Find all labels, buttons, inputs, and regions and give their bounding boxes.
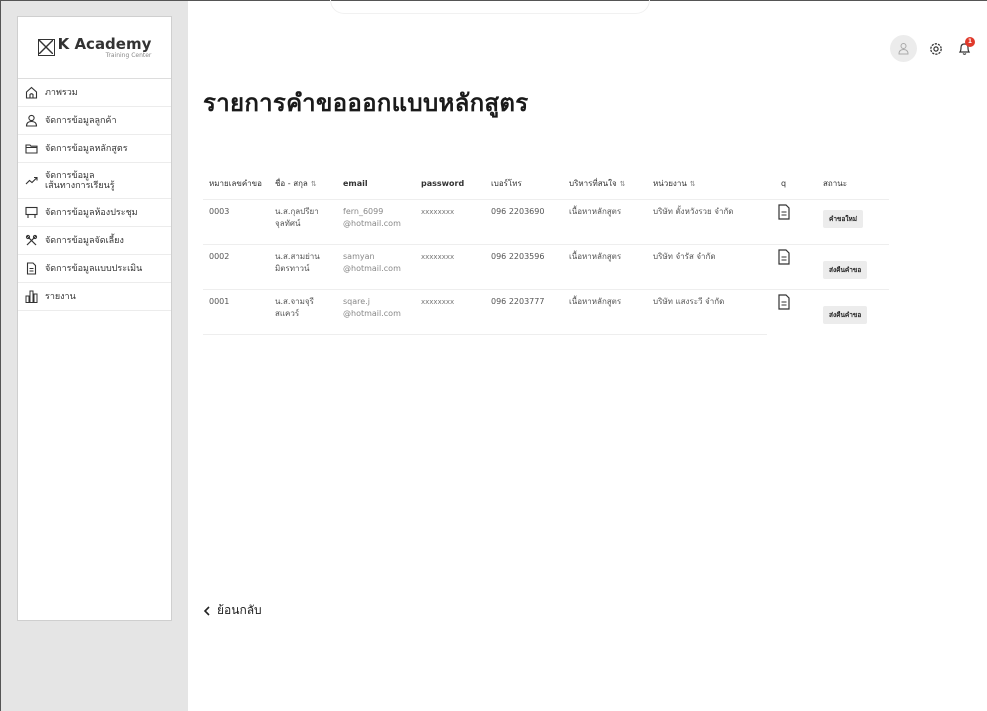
column-header-status: สถานะ <box>823 179 847 189</box>
requests-table: หมายเลขคำขอ ชื่อ - สกุล ⇅ email password … <box>203 169 889 335</box>
status-badge: คำขอใหม่ <box>823 209 864 228</box>
folder-icon <box>24 142 38 156</box>
utensils-icon <box>24 234 38 248</box>
user-avatar-icon <box>898 43 909 55</box>
report-icon <box>24 290 38 304</box>
column-header-phone: เบอร์โทร <box>491 179 522 189</box>
cell-phone: 096 2203690 <box>485 198 563 244</box>
sidebar-item-label: จัดการข้อมูลลูกค้า <box>45 115 117 126</box>
page-title: รายการคำขอออกแบบหลักสูตร <box>203 89 529 117</box>
cell-status: คำขอใหม่ <box>809 198 889 244</box>
home-icon <box>24 86 38 100</box>
column-header-password: password <box>421 179 465 189</box>
table-row[interactable]: 0001 น.ส.จามจุรี สแควร์ sqare.j @hotmail… <box>203 288 889 335</box>
sidebar-item-label: จัดการข้อมูลแบบประเมิน <box>45 263 143 274</box>
gear-icon <box>930 42 942 55</box>
column-header-organization[interactable]: หน่วยงาน ⇅ <box>647 169 767 199</box>
cell-email: samyan @hotmail.com <box>337 243 415 289</box>
cell-q[interactable] <box>767 243 809 289</box>
column-header-interest[interactable]: บริหารที่สนใจ ⇅ <box>563 169 647 199</box>
cell-name: น.ส.จามจุรี สแควร์ <box>269 288 337 335</box>
back-button[interactable]: ย้อนกลับ <box>203 601 262 620</box>
sort-icon[interactable]: ⇅ <box>690 180 696 188</box>
cell-password: xxxxxxxx <box>415 288 485 335</box>
trend-icon <box>24 174 38 188</box>
column-header-request-id: หมายเลขคำขอ <box>209 179 262 189</box>
sidebar-item-meeting-rooms[interactable]: จัดการข้อมูลห้องประชุม <box>18 199 171 227</box>
document-icon[interactable] <box>777 248 791 265</box>
logo[interactable]: K Academy Training Center <box>18 17 171 79</box>
status-badge: ส่งคืนคำขอ <box>823 260 868 279</box>
sidebar-item-label: จัดการข้อมูลหลักสูตร <box>45 143 128 154</box>
cell-email: fern_6099 @hotmail.com <box>337 198 415 244</box>
document-icon[interactable] <box>777 203 791 220</box>
notification-badge: 1 <box>965 36 975 47</box>
cell-q[interactable] <box>767 198 809 244</box>
cell-request-id: 0002 <box>203 243 269 289</box>
column-header-email: email <box>343 179 368 189</box>
cell-password: xxxxxxxx <box>415 198 485 244</box>
back-label: ย้อนกลับ <box>217 603 262 617</box>
sidebar-item-reports[interactable]: รายงาน <box>18 283 171 311</box>
topbar: 1 <box>890 35 975 62</box>
status-badge: ส่งคืนคำขอ <box>823 305 868 324</box>
sidebar-item-label: จัดการข้อมูลจัดเลี้ยง <box>45 235 124 246</box>
cell-status: ส่งคืนคำขอ <box>809 243 889 289</box>
sidebar-item-courses[interactable]: จัดการข้อมูลหลักสูตร <box>18 135 171 163</box>
sort-icon[interactable]: ⇅ <box>311 180 317 188</box>
cell-password: xxxxxxxx <box>415 243 485 289</box>
sidebar-item-catering[interactable]: จัดการข้อมูลจัดเลี้ยง <box>18 227 171 255</box>
screen-icon <box>24 206 38 220</box>
sidebar-item-label: ภาพรวม <box>45 87 78 98</box>
cell-phone: 096 2203596 <box>485 243 563 289</box>
logo-mark-icon <box>37 39 55 56</box>
table-row[interactable]: 0003 น.ส.กุลปรียา จุลทัศน์ fern_6099 @ho… <box>203 198 889 244</box>
cell-q[interactable] <box>767 288 809 334</box>
sidebar-item-overview[interactable]: ภาพรวม <box>18 79 171 107</box>
sidebar: K Academy Training Center ภาพรวม จัดการข… <box>17 16 172 621</box>
sidebar-item-customers[interactable]: จัดการข้อมูลลูกค้า <box>18 107 171 135</box>
cell-name: น.ส.สามย่าน มิตรทาวน์ <box>269 243 337 289</box>
avatar[interactable] <box>890 35 917 62</box>
main-content: 1 รายการคำขอออกแบบหลักสูตร หมายเลขคำขอ ช… <box>188 1 987 711</box>
sidebar-item-label: จัดการข้อมูลห้องประชุม <box>45 207 138 218</box>
chevron-left-icon <box>203 605 210 616</box>
sidebar-item-learning-path[interactable]: จัดการข้อมูล เส้นทางการเรียนรู้ <box>18 163 171 199</box>
cell-request-id: 0001 <box>203 288 269 335</box>
cell-interest: เนื้อหาหลักสูตร <box>563 243 647 289</box>
table-header-row: หมายเลขคำขอ ชื่อ - สกุล ⇅ email password … <box>203 169 889 199</box>
table-row[interactable]: 0002 น.ส.สามย่าน มิตรทาวน์ samyan @hotma… <box>203 243 889 289</box>
cell-interest: เนื้อหาหลักสูตร <box>563 198 647 244</box>
cell-request-id: 0003 <box>203 198 269 244</box>
cell-status: ส่งคืนคำขอ <box>809 288 889 334</box>
brand-subtitle: Training Center <box>105 51 152 59</box>
cell-name: น.ส.กุลปรียา จุลทัศน์ <box>269 198 337 244</box>
sidebar-item-label: จัดการข้อมูล เส้นทางการเรียนรู้ <box>45 170 115 191</box>
notifications-button[interactable]: 1 <box>955 36 975 58</box>
cell-phone: 096 2203777 <box>485 288 563 335</box>
cell-email: sqare.j @hotmail.com <box>337 288 415 335</box>
sidebar-item-label: รายงาน <box>45 291 76 302</box>
brand-title: K Academy <box>57 34 152 53</box>
cell-organization: บริษัท ตั้งหวังรวย จำกัด <box>647 198 767 244</box>
cell-organization: บริษัท แสงระวี จำกัด <box>647 288 767 335</box>
sidebar-item-evaluations[interactable]: จัดการข้อมูลแบบประเมิน <box>18 255 171 283</box>
settings-button[interactable] <box>927 40 945 58</box>
user-icon <box>24 114 38 128</box>
cell-interest: เนื้อหาหลักสูตร <box>563 288 647 335</box>
cell-organization: บริษัท จำรัส จำกัด <box>647 243 767 289</box>
column-header-q: q <box>781 179 787 189</box>
document-icon <box>24 262 38 276</box>
column-header-name[interactable]: ชื่อ - สกุล ⇅ <box>269 169 337 199</box>
sort-icon[interactable]: ⇅ <box>620 180 626 188</box>
document-icon[interactable] <box>777 293 791 310</box>
